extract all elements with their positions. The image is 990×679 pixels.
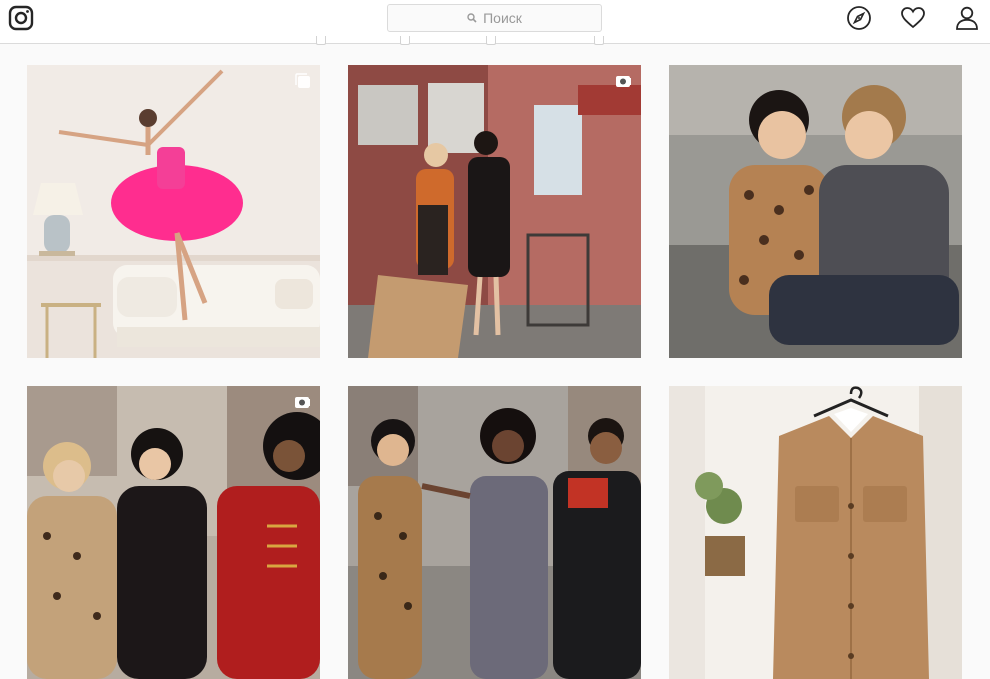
igtv-icon bbox=[616, 76, 631, 87]
post-tile[interactable] bbox=[669, 65, 962, 358]
post-image bbox=[348, 386, 641, 679]
multiple-posts-icon bbox=[295, 73, 310, 88]
post-tile[interactable] bbox=[27, 65, 320, 358]
compass-icon[interactable] bbox=[846, 5, 872, 31]
post-tile[interactable] bbox=[348, 386, 641, 679]
igtv-icon bbox=[295, 397, 310, 408]
post-tile[interactable] bbox=[27, 386, 320, 679]
scrolled-content-edge bbox=[0, 36, 990, 46]
search-icon bbox=[467, 13, 477, 23]
post-image bbox=[27, 386, 320, 679]
search-placeholder: Поиск bbox=[483, 10, 522, 26]
post-tile[interactable] bbox=[669, 386, 962, 679]
heart-icon[interactable] bbox=[900, 5, 926, 31]
instagram-logo-icon[interactable] bbox=[8, 5, 34, 31]
search-input[interactable]: Поиск bbox=[387, 4, 602, 32]
post-image bbox=[27, 65, 320, 358]
user-icon[interactable] bbox=[954, 5, 980, 31]
post-image bbox=[669, 386, 962, 679]
posts-grid bbox=[0, 0, 990, 679]
post-tile[interactable] bbox=[348, 65, 641, 358]
post-image bbox=[669, 65, 962, 358]
post-image bbox=[348, 65, 641, 358]
